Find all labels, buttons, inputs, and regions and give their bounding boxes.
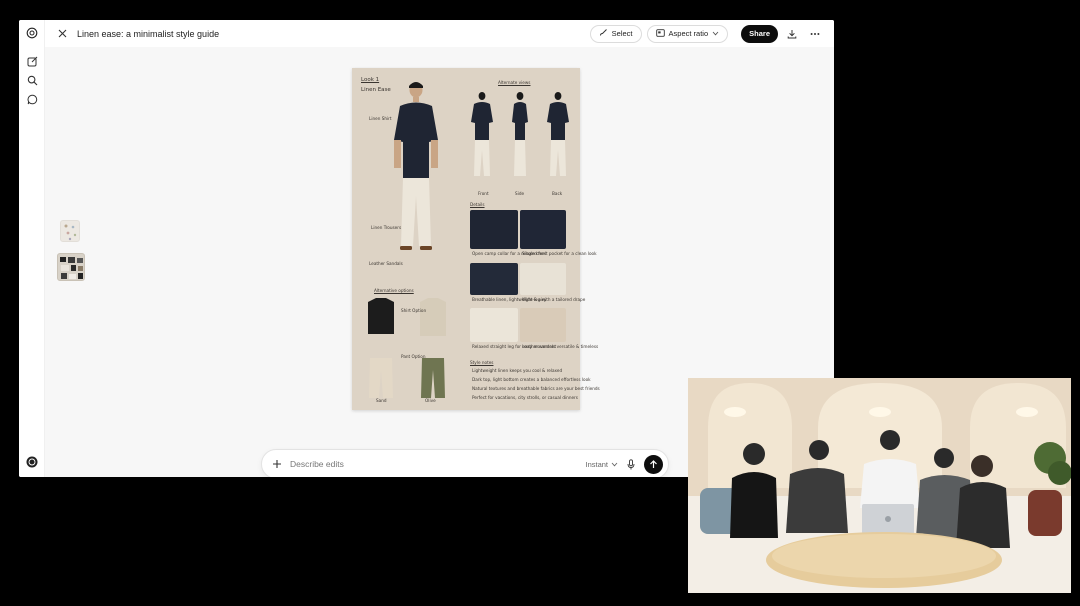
alternative-options-title: Alternative options: [374, 288, 414, 293]
presenter-video-frame: [688, 378, 1071, 593]
chevron-down-icon: [712, 29, 719, 38]
view-label-back: Back: [552, 191, 563, 196]
thumbnail-style-guide[interactable]: [57, 253, 85, 281]
details-title: Details: [470, 202, 485, 207]
microphone-icon[interactable]: [624, 457, 638, 471]
main-figure-illustration: [394, 82, 438, 250]
left-rail: [19, 20, 45, 477]
mode-selector[interactable]: Instant: [585, 460, 618, 469]
callout-trousers: Linen Trousers: [371, 225, 402, 230]
shirt-option-note: Shirt Option: [401, 308, 427, 313]
detail-pocket: [520, 210, 566, 249]
pant-option-note: Pant Option: [401, 354, 426, 359]
detail-trouser: [520, 263, 566, 295]
look-title: Look 1: [361, 77, 380, 83]
style-guide-image[interactable]: Look 1 Linen Ease Linen Shirt Linen Trou…: [352, 68, 600, 410]
chat-icon[interactable]: [26, 93, 38, 105]
search-icon[interactable]: [26, 74, 38, 86]
detail-caption-2: Single chest pocket for a clean look: [522, 251, 597, 256]
account-icon[interactable]: [26, 456, 38, 468]
style-note-2: Dark top, light bottom creates a balance…: [472, 377, 591, 382]
detail-sandals: [520, 308, 566, 342]
callout-shirt: Linen Shirt: [369, 116, 392, 121]
alternate-views-title: Alternate views: [498, 80, 531, 85]
detail-fabric: [470, 263, 518, 295]
detail-caption-6: Leather sandals versatile & timeless: [522, 344, 599, 349]
close-icon[interactable]: [53, 25, 71, 43]
send-button[interactable]: [644, 454, 663, 474]
style-note-4: Perfect for vacations, city strolls, or …: [472, 395, 578, 400]
select-button[interactable]: Select: [589, 24, 642, 43]
top-bar: Linen ease: a minimalist style guide Sel…: [45, 20, 834, 47]
style-notes-title: Style notes: [470, 360, 494, 365]
add-attachment-icon[interactable]: [269, 456, 285, 472]
share-button[interactable]: Share: [741, 24, 778, 43]
option-label-sand: Sand: [376, 398, 387, 403]
screen: Linen ease: a minimalist style guide Sel…: [0, 0, 1080, 606]
edit-composer: Instant: [261, 449, 669, 477]
chevron-down-icon: [611, 460, 618, 469]
aspect-ratio-label: Aspect ratio: [668, 29, 709, 38]
arrow-up-icon: [650, 459, 657, 468]
document-title: Linen ease: a minimalist style guide: [77, 28, 220, 39]
aspect-ratio-button[interactable]: Aspect ratio: [646, 24, 729, 43]
mode-label: Instant: [585, 459, 608, 469]
style-note-1: Lightweight linen keeps you cool & relax…: [472, 368, 563, 373]
detail-leg: [470, 308, 518, 342]
callout-sandals: Leather Sandals: [369, 261, 403, 266]
view-label-side: Side: [515, 191, 525, 196]
aspect-ratio-icon: [655, 28, 665, 39]
more-options-icon[interactable]: [806, 25, 824, 43]
alternate-views-figures: [471, 92, 569, 176]
thumbnail-sketch[interactable]: [60, 220, 80, 242]
download-icon[interactable]: [783, 25, 801, 43]
detail-caption-4: Wide-leg with a tailored drape: [522, 297, 586, 302]
detail-collar: [470, 210, 518, 249]
toolbar: Select Aspect ratio Share: [589, 24, 834, 43]
presenter-video: [688, 378, 1071, 593]
app-logo-icon[interactable]: [26, 27, 38, 39]
style-note-3: Natural textures and breathable fabrics …: [472, 386, 600, 391]
describe-edits-input[interactable]: [290, 459, 570, 469]
view-label-front: Front: [478, 191, 489, 196]
brush-icon: [599, 28, 608, 39]
select-label: Select: [611, 29, 633, 38]
option-label-olive: Olive: [425, 398, 436, 403]
new-chat-icon[interactable]: [26, 55, 38, 67]
